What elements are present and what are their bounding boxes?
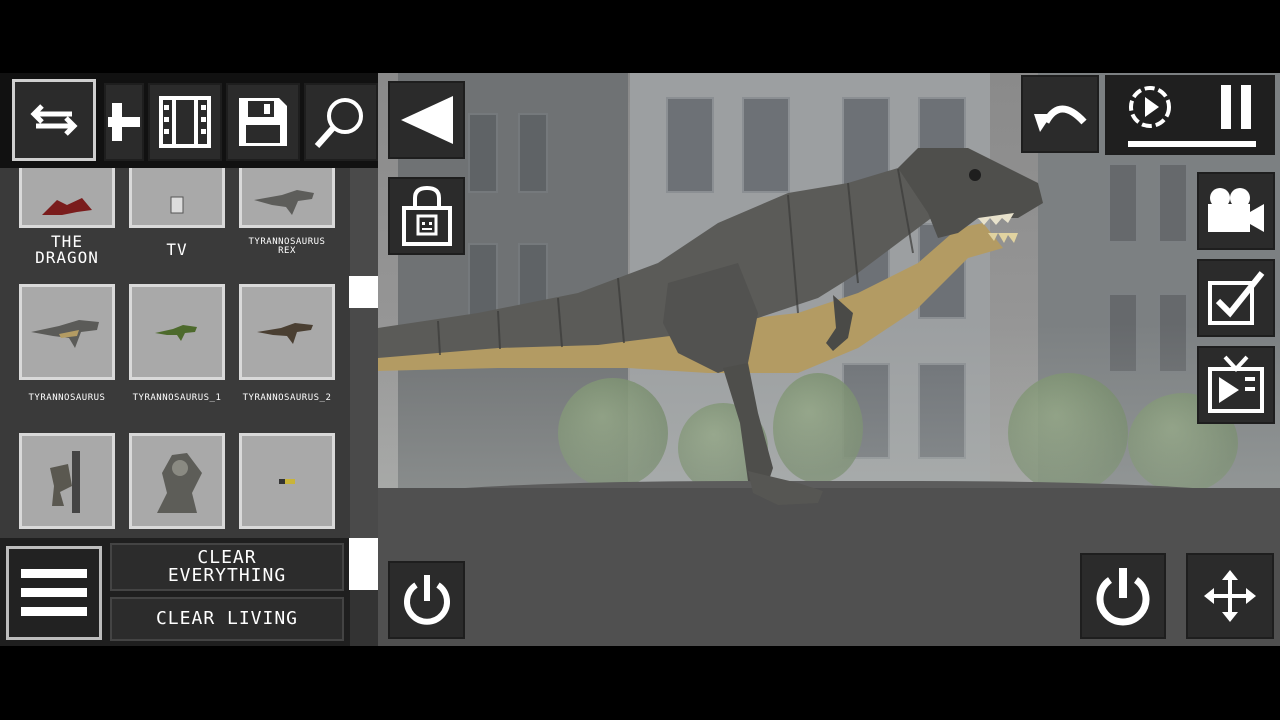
catalog-item-tyrannosaurus-2[interactable]: TYRANNOSAURUS_2 xyxy=(239,284,335,403)
add-button[interactable] xyxy=(104,83,144,161)
clear-living-button[interactable]: CLEAR LIVING xyxy=(110,597,344,641)
swap-arrows-icon xyxy=(30,104,78,136)
panel-toolbar xyxy=(0,73,378,168)
catalog-item-tyrannosaurus[interactable]: TYRANNOSAURUS xyxy=(19,284,115,403)
catalog-item[interactable] xyxy=(239,433,335,535)
select-button[interactable] xyxy=(1197,259,1275,337)
power-icon xyxy=(1096,568,1150,626)
item-label: TYRANNOSAURUS REX xyxy=(248,237,326,256)
pause-button[interactable] xyxy=(1208,78,1264,136)
camera-icon xyxy=(1208,188,1264,232)
item-label: TYRANNOSAURUS_2 xyxy=(242,393,332,403)
menu-button[interactable] xyxy=(6,546,102,640)
power-icon xyxy=(403,575,450,625)
item-thumbnail xyxy=(19,284,115,380)
magnifier-icon xyxy=(314,98,363,148)
scrollbar-thumb[interactable] xyxy=(349,276,378,308)
catalog-item-the-dragon[interactable]: THE DRAGON xyxy=(19,168,115,266)
save-button[interactable] xyxy=(226,83,300,161)
item-label: TYRANNOSAURUS xyxy=(28,393,106,403)
slow-motion-button[interactable] xyxy=(1120,78,1180,136)
spawn-catalog[interactable]: THE DRAGON TV TYRANNOSAURUS REX TYRANNOS… xyxy=(0,168,350,538)
item-thumbnail xyxy=(239,168,335,228)
power-button-right[interactable] xyxy=(1080,553,1166,639)
item-thumbnail xyxy=(129,433,225,529)
locked-lock-icon xyxy=(401,185,452,246)
item-thumbnail xyxy=(239,284,335,380)
checkbox-icon xyxy=(1208,271,1265,325)
item-thumbnail xyxy=(19,433,115,529)
pause-icon xyxy=(1221,85,1251,129)
catalog-scrollbar[interactable] xyxy=(350,168,378,538)
catalog-item-tyrannosaurus-1[interactable]: TYRANNOSAURUS_1 xyxy=(129,284,225,403)
collapse-triangle-icon xyxy=(400,96,453,144)
side-marker xyxy=(349,538,378,590)
item-thumbnail xyxy=(129,284,225,380)
floppy-disk-icon xyxy=(239,98,287,146)
move-button[interactable] xyxy=(1186,553,1274,639)
catalog-item-tyrannosaurus-rex[interactable]: TYRANNOSAURUS REX xyxy=(239,168,335,256)
item-thumbnail xyxy=(19,168,115,228)
tv-button[interactable] xyxy=(1197,346,1275,424)
slow-motion-icon xyxy=(1129,86,1171,128)
search-button[interactable] xyxy=(304,83,378,161)
item-label: THE DRAGON xyxy=(35,232,99,267)
time-scale-bar xyxy=(1128,141,1256,147)
clear-everything-button[interactable]: CLEAR EVERYTHING xyxy=(110,543,344,591)
swap-button[interactable] xyxy=(12,79,96,161)
item-label: TYRANNOSAURUS_1 xyxy=(132,393,222,403)
hamburger-menu-icon xyxy=(21,569,87,616)
item-thumbnail xyxy=(239,433,335,529)
camera-button[interactable] xyxy=(1197,172,1275,250)
undo-button[interactable] xyxy=(1021,75,1099,153)
item-thumbnail xyxy=(129,168,225,228)
letterbox-bottom xyxy=(0,646,1280,720)
film-button[interactable] xyxy=(148,83,222,161)
add-icon xyxy=(108,103,140,141)
power-button-left[interactable] xyxy=(388,561,465,639)
letterbox-top xyxy=(0,0,1280,73)
catalog-item[interactable] xyxy=(19,433,115,535)
undo-icon xyxy=(1034,105,1087,132)
item-label: TV xyxy=(166,240,188,259)
catalog-item-tv[interactable]: TV xyxy=(129,168,225,258)
film-strip-icon xyxy=(159,96,211,148)
lock-button[interactable] xyxy=(388,177,465,255)
catalog-item[interactable] xyxy=(129,433,225,535)
collapse-panel-button[interactable] xyxy=(388,81,465,159)
move-arrows-icon xyxy=(1204,570,1256,622)
tv-icon xyxy=(1208,355,1264,413)
